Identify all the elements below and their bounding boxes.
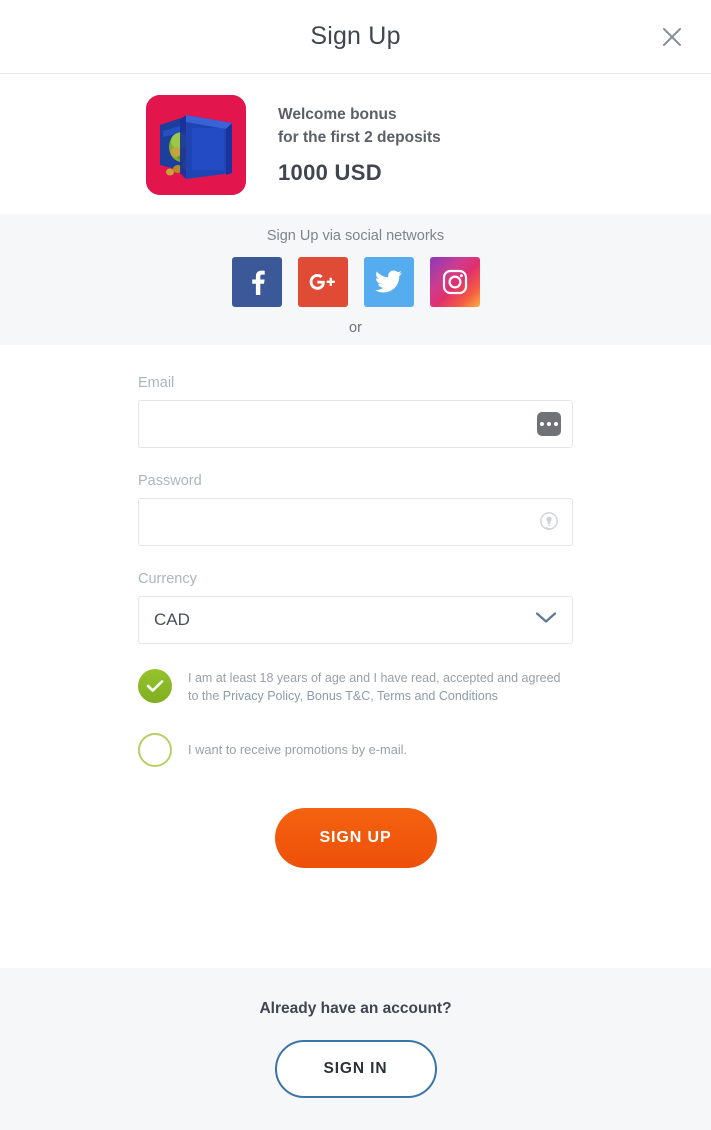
terms-text: I am at least 18 years of age and I have… xyxy=(188,669,573,706)
signup-form: Email Password Currency CAD I am at leas… xyxy=(0,345,711,943)
signin-footer: Already have an account? SIGN IN xyxy=(0,968,711,1130)
password-input[interactable] xyxy=(138,498,573,546)
promotions-checkbox[interactable] xyxy=(138,732,172,767)
safe-vault-icon xyxy=(146,95,246,195)
signin-button[interactable]: SIGN IN xyxy=(274,1040,437,1098)
password-label: Password xyxy=(138,473,202,489)
social-icon-row xyxy=(231,256,480,307)
bonus-line-1: Welcome bonus xyxy=(278,106,397,124)
bonus-tc-link[interactable]: Bonus T&C xyxy=(307,689,371,703)
signup-button-wrap: SIGN UP xyxy=(0,807,711,868)
email-field-group: Email xyxy=(138,375,573,448)
email-input[interactable] xyxy=(138,400,573,448)
signup-modal: Sign Up Welcome bonus for the first 2 de… xyxy=(0,0,711,1130)
currency-select-wrap: CAD xyxy=(138,596,573,644)
terms-conditions-link[interactable]: Terms and Conditions xyxy=(377,689,498,703)
currency-selected-value: CAD xyxy=(154,610,190,629)
autofill-dots-icon[interactable] xyxy=(537,412,561,436)
instagram-icon[interactable] xyxy=(429,256,480,307)
email-label: Email xyxy=(138,375,175,391)
terms-checkbox-row: I am at least 18 years of age and I have… xyxy=(138,669,573,706)
promotions-text: I want to receive promotions by e-mail. xyxy=(188,742,408,757)
bonus-line-2: for the first 2 deposits xyxy=(278,129,441,146)
password-input-wrap xyxy=(138,498,573,546)
or-separator-label: or xyxy=(349,319,362,336)
google-plus-icon[interactable] xyxy=(297,256,348,307)
already-account-label: Already have an account? xyxy=(259,1000,452,1017)
close-icon[interactable] xyxy=(655,20,689,54)
terms-sep-1: , xyxy=(299,688,307,703)
modal-header: Sign Up xyxy=(0,0,711,74)
facebook-icon[interactable] xyxy=(231,256,282,307)
currency-select[interactable]: CAD xyxy=(138,596,573,644)
signup-button[interactable]: SIGN UP xyxy=(274,807,437,868)
bonus-amount: 1000 USD xyxy=(278,159,382,185)
terms-checkbox[interactable] xyxy=(138,669,172,703)
currency-label: Currency xyxy=(138,571,197,587)
email-input-wrap xyxy=(138,400,573,448)
password-field-group: Password xyxy=(138,473,573,546)
welcome-bonus-banner: Welcome bonus for the first 2 deposits 1… xyxy=(0,74,711,214)
social-signup-panel: Sign Up via social networks or xyxy=(0,214,711,345)
terms-sep-2: , xyxy=(370,688,378,703)
page-title: Sign Up xyxy=(310,22,401,50)
twitter-icon[interactable] xyxy=(363,256,414,307)
privacy-policy-link[interactable]: Privacy Policy xyxy=(223,689,300,703)
key-icon[interactable] xyxy=(537,510,561,534)
social-signup-title: Sign Up via social networks xyxy=(266,227,445,244)
promotions-checkbox-row: I want to receive promotions by e-mail. xyxy=(138,732,573,767)
currency-field-group: Currency CAD xyxy=(138,571,573,644)
bonus-text-block: Welcome bonus for the first 2 deposits 1… xyxy=(278,104,441,186)
